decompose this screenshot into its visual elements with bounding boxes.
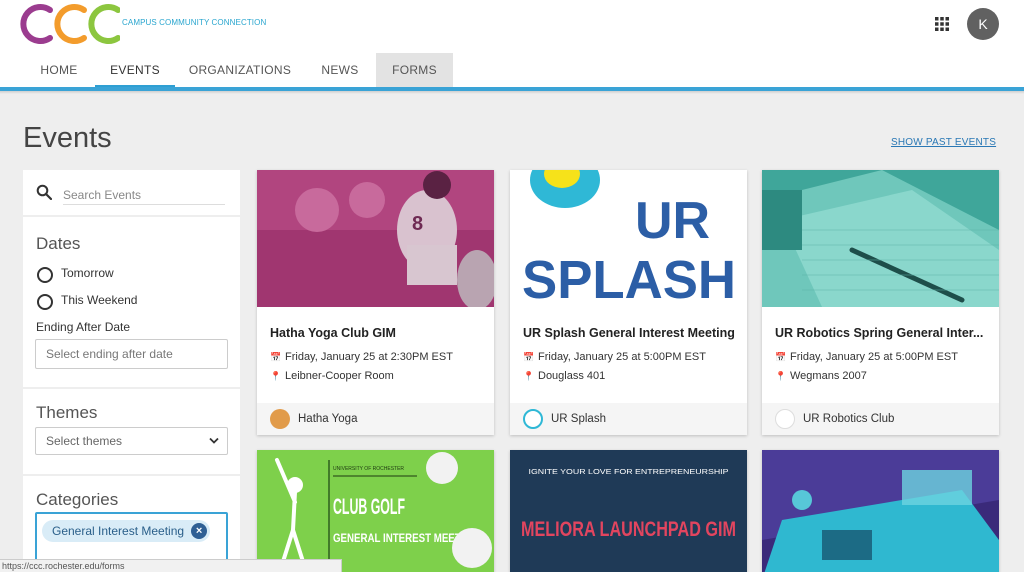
event-card[interactable]: 8 Hatha Yoga Club GIM 📅 Friday, January 2… xyxy=(257,170,494,435)
tab-home[interactable]: HOME xyxy=(23,53,95,87)
calendar-icon: 📅 xyxy=(523,352,535,362)
event-location-text: Leibner-Cooper Room xyxy=(285,370,394,382)
event-location: 📍 Leibner-Cooper Room xyxy=(270,370,394,382)
radio-tomorrow[interactable] xyxy=(37,267,53,283)
page-title: Events xyxy=(23,122,112,154)
event-image-title: CLUB GOLF xyxy=(333,494,405,519)
event-org-footer[interactable]: UR Splash xyxy=(510,403,747,435)
event-org-footer[interactable]: Hatha Yoga xyxy=(257,403,494,435)
event-date: 📅 Friday, January 25 at 2:30PM EST xyxy=(270,351,453,363)
dates-heading: Dates xyxy=(36,234,81,253)
org-name: Hatha Yoga xyxy=(298,413,358,425)
event-title[interactable]: Hatha Yoga Club GIM xyxy=(270,326,485,340)
event-location: 📍 Douglass 401 xyxy=(523,370,605,382)
top-bar: CAMPUS COMMUNITY CONNECTION K HOME EVENT… xyxy=(0,0,1024,88)
radio-this-weekend-label[interactable]: This Weekend xyxy=(61,293,137,307)
calendar-icon: 📅 xyxy=(270,352,282,362)
location-pin-icon: 📍 xyxy=(270,371,282,381)
category-chip: General Interest Meeting × xyxy=(42,520,211,542)
radio-tomorrow-label[interactable]: Tomorrow xyxy=(61,266,114,280)
tab-news[interactable]: NEWS xyxy=(305,53,375,87)
ending-after-label: Ending After Date xyxy=(36,320,131,334)
logo-text: CAMPUS COMMUNITY CONNECTION xyxy=(122,18,267,27)
event-date-text: Friday, January 25 at 5:00PM EST xyxy=(538,351,706,363)
event-date-text: Friday, January 25 at 2:30PM EST xyxy=(285,351,453,363)
svg-text:8: 8 xyxy=(412,213,423,235)
dates-block: Dates Tomorrow This Weekend Ending After… xyxy=(23,217,240,387)
event-card[interactable]: UNIVERSITY OF ROCHESTER CLUB GOLF GENERA… xyxy=(257,450,494,572)
event-image-small-text: UNIVERSITY OF ROCHESTER xyxy=(333,466,404,472)
show-past-events-link[interactable]: SHOW PAST EVENTS xyxy=(891,137,996,148)
event-title[interactable]: UR Robotics Spring General Inter... xyxy=(775,326,990,340)
categories-heading: Categories xyxy=(36,490,119,509)
search-block xyxy=(23,170,240,215)
chevron-down-icon xyxy=(209,437,219,444)
calendar-icon: 📅 xyxy=(775,352,787,362)
header-shadow xyxy=(0,91,1024,94)
search-events-input[interactable] xyxy=(63,185,225,205)
event-image: UR SPLASH xyxy=(510,170,747,307)
location-pin-icon: 📍 xyxy=(775,371,787,381)
event-image xyxy=(762,450,999,572)
event-date-text: Friday, January 25 at 5:00PM EST xyxy=(790,351,958,363)
event-image-small-text: IGNITE YOUR LOVE FOR ENTREPRENEURSHIP xyxy=(529,469,729,476)
event-date: 📅 Friday, January 25 at 5:00PM EST xyxy=(775,351,958,363)
event-location-text: Douglass 401 xyxy=(538,370,606,382)
themes-select-value: Select themes xyxy=(46,434,123,448)
org-name: UR Robotics Club xyxy=(803,413,895,425)
org-avatar xyxy=(270,409,290,429)
ccc-logo[interactable]: CAMPUS COMMUNITY CONNECTION xyxy=(20,2,280,44)
tab-events[interactable]: EVENTS xyxy=(95,53,175,88)
browser-status-url: https://ccc.rochester.edu/forms xyxy=(0,559,342,572)
event-image-text-bottom: SPLASH xyxy=(522,250,736,307)
ending-after-date-field[interactable]: Select ending after date xyxy=(35,339,228,369)
org-avatar xyxy=(523,409,543,429)
close-icon[interactable]: × xyxy=(191,523,208,539)
location-pin-icon: 📍 xyxy=(523,371,535,381)
event-image: UNIVERSITY OF ROCHESTER CLUB GOLF GENERA… xyxy=(257,450,494,572)
event-location: 📍 Wegmans 2007 xyxy=(775,370,867,382)
tab-forms[interactable]: FORMS xyxy=(376,53,453,87)
event-image: 8 xyxy=(257,170,494,307)
ccc-logo-icon xyxy=(20,4,121,44)
event-image xyxy=(762,170,999,307)
org-avatar xyxy=(775,409,795,429)
user-avatar[interactable]: K xyxy=(967,8,999,40)
themes-select[interactable]: Select themes xyxy=(35,427,228,455)
event-org-footer[interactable]: UR Robotics Club xyxy=(762,403,999,435)
radio-this-weekend[interactable] xyxy=(37,294,53,310)
event-title[interactable]: UR Splash General Interest Meeting xyxy=(523,326,738,340)
category-chip-label: General Interest Meeting xyxy=(52,524,185,538)
event-date: 📅 Friday, January 25 at 5:00PM EST xyxy=(523,351,706,363)
tab-organizations[interactable]: ORGANIZATIONS xyxy=(180,53,300,87)
search-icon xyxy=(36,184,52,200)
themes-heading: Themes xyxy=(36,403,98,422)
event-card[interactable]: IGNITE YOUR LOVE FOR ENTREPRENEURSHIP ME… xyxy=(510,450,747,572)
apps-grid-icon[interactable] xyxy=(935,17,949,31)
event-card[interactable]: UR Robotics Spring General Inter... 📅 Fri… xyxy=(762,170,999,435)
event-image: IGNITE YOUR LOVE FOR ENTREPRENEURSHIP ME… xyxy=(510,450,747,572)
event-location-text: Wegmans 2007 xyxy=(790,370,867,382)
org-name: UR Splash xyxy=(551,413,606,425)
event-card[interactable]: UR SPLASH UR Splash General Interest Mee… xyxy=(510,170,747,435)
event-image-text-top: UR xyxy=(635,192,710,250)
themes-block: Themes Select themes xyxy=(23,389,240,474)
event-image-title: MELIORA LAUNCHPAD GIM xyxy=(521,518,736,541)
filter-sidebar: Dates Tomorrow This Weekend Ending After… xyxy=(23,170,240,572)
event-card[interactable] xyxy=(762,450,999,572)
main-nav: HOME EVENTS ORGANIZATIONS NEWS FORMS xyxy=(0,53,1024,88)
